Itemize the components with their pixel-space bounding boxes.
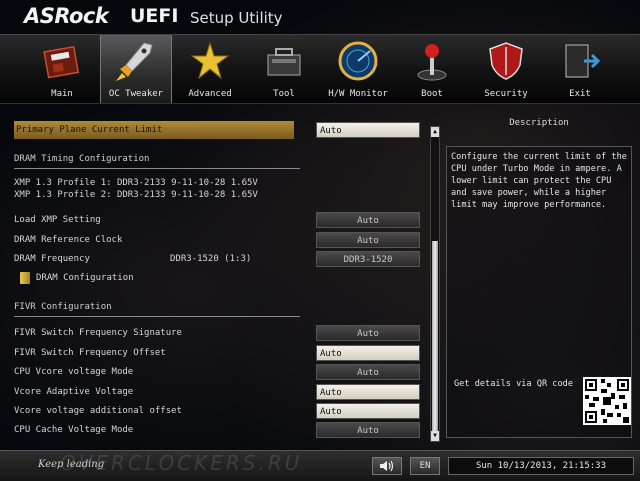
tab-tool[interactable]: Tool — [248, 35, 320, 103]
setting-label: DRAM Reference Clock — [14, 235, 123, 245]
section-dram-timing: DRAM Timing Configuration — [14, 150, 300, 169]
submenu-label: DRAM Configuration — [36, 273, 134, 283]
cpu-cache-mode-value-button[interactable]: Auto — [316, 422, 420, 438]
toolbox-icon — [267, 48, 301, 76]
setting-label: CPU Vcore voltage Mode — [14, 367, 134, 377]
tab-label: Advanced — [188, 89, 232, 99]
setting-vcore-additional-offset[interactable]: Vcore voltage additional offset Auto — [14, 402, 424, 420]
tab-label: Boot — [421, 89, 443, 99]
xmp-profile-2-info: XMP 1.3 Profile 2: DDR3-2133 9-11-10-28 … — [14, 186, 424, 204]
tab-label: Security — [484, 89, 528, 99]
header: ASRock UEFI Setup Utility — [0, 0, 640, 34]
joystick-icon — [417, 44, 447, 81]
setting-cpu-vcore-voltage-mode[interactable]: CPU Vcore voltage Mode Auto — [14, 363, 424, 381]
cpu-vcore-mode-value-button[interactable]: Auto — [316, 364, 420, 380]
setting-label: DRAM Frequency — [14, 254, 90, 264]
tab-hw-monitor[interactable]: H/W Monitor — [322, 35, 394, 103]
tab-oc-tweaker[interactable]: OC Tweaker — [100, 35, 172, 103]
info-text: XMP 1.3 Profile 2: DDR3-2133 9-11-10-28 … — [14, 190, 258, 200]
brand-logo: ASRock — [24, 4, 109, 28]
nav-bar: Main OC Tweaker Advanced Tool H/W Monito… — [0, 34, 640, 104]
speaker-icon — [380, 460, 394, 472]
star-icon — [190, 41, 230, 80]
submenu-dram-configuration[interactable]: DRAM Configuration — [14, 269, 424, 287]
scroll-thumb[interactable] — [432, 241, 438, 431]
uefi-title: UEFI — [130, 5, 179, 27]
dram-frequency-current: DDR3-1520 (1:3) — [170, 254, 252, 264]
rocket-icon — [116, 42, 153, 81]
qr-label: Get details via QR code — [454, 379, 573, 389]
setting-vcore-adaptive-voltage[interactable]: Vcore Adaptive Voltage Auto — [14, 383, 424, 401]
scroll-down-arrow-icon[interactable]: ▼ — [431, 431, 439, 441]
setting-label: CPU Cache Voltage Mode — [14, 425, 134, 435]
tab-main[interactable]: Main — [26, 35, 98, 103]
description-text: Configure the current limit of the CPU u… — [451, 152, 627, 210]
vcore-adaptive-value-field[interactable]: Auto — [316, 384, 420, 400]
shield-icon — [489, 42, 523, 80]
setting-fivr-switch-frequency-signature[interactable]: FIVR Switch Frequency Signature Auto — [14, 324, 424, 342]
qr-code-icon — [583, 377, 631, 425]
setting-label: Vcore voltage additional offset — [14, 406, 182, 416]
fivr-offset-value-field[interactable]: Auto — [316, 345, 420, 361]
tab-label: Exit — [569, 89, 591, 99]
tab-label: H/W Monitor — [328, 89, 388, 99]
setting-label: Primary Plane Current Limit — [16, 125, 163, 135]
description-panel: Configure the current limit of the CPU u… — [446, 146, 632, 438]
primary-plane-value-field[interactable]: Auto — [316, 122, 420, 138]
setting-primary-plane-current-limit[interactable]: Primary Plane Current Limit Auto — [14, 121, 424, 139]
description-title: Description — [509, 118, 569, 128]
setting-label: FIVR Switch Frequency Offset — [14, 348, 166, 358]
section-title: FIVR Configuration — [14, 302, 112, 312]
main-board-icon — [43, 45, 80, 79]
sound-toggle-button[interactable] — [372, 457, 402, 475]
slogan: Keep leading — [38, 459, 105, 470]
section-divider — [14, 316, 300, 317]
tab-label: Main — [51, 89, 73, 99]
uefi-subtitle: Setup Utility — [190, 9, 283, 27]
vcore-offset-value-field[interactable]: Auto — [316, 403, 420, 419]
section-title: DRAM Timing Configuration — [14, 154, 150, 164]
footer-bar: OVERCLOCKERS.RU Keep leading EN Sun 10/1… — [0, 450, 640, 481]
setting-cpu-cache-voltage-mode[interactable]: CPU Cache Voltage Mode Auto — [14, 421, 424, 439]
fivr-signature-value-button[interactable]: Auto — [316, 325, 420, 341]
dram-frequency-value-button[interactable]: DDR3-1520 — [316, 251, 420, 267]
setting-dram-reference-clock[interactable]: DRAM Reference Clock Auto — [14, 231, 424, 249]
setting-label: FIVR Switch Frequency Signature — [14, 328, 182, 338]
datetime-display: Sun 10/13/2013, 21:15:33 — [448, 457, 634, 475]
folder-icon — [20, 272, 30, 284]
language-button[interactable]: EN — [410, 457, 440, 475]
settings-scrollbar[interactable]: ▲ ▼ — [430, 126, 440, 442]
load-xmp-value-button[interactable]: Auto — [316, 212, 420, 228]
dram-reference-clock-value-button[interactable]: Auto — [316, 232, 420, 248]
tab-label: OC Tweaker — [108, 89, 164, 99]
tab-advanced[interactable]: Advanced — [174, 35, 246, 103]
tab-label: Tool — [273, 89, 295, 99]
setting-load-xmp[interactable]: Load XMP Setting Auto — [14, 211, 424, 229]
setting-dram-frequency[interactable]: DRAM Frequency DDR3-1520 (1:3) DDR3-1520 — [14, 250, 424, 268]
section-divider — [14, 168, 300, 169]
setting-label: Vcore Adaptive Voltage — [14, 387, 134, 397]
tab-exit[interactable]: Exit — [544, 35, 616, 103]
exit-door-icon — [565, 44, 601, 78]
radar-icon — [338, 41, 378, 81]
setting-label: Load XMP Setting — [14, 215, 101, 225]
section-fivr: FIVR Configuration — [14, 298, 300, 317]
scroll-up-arrow-icon[interactable]: ▲ — [431, 127, 439, 137]
tab-boot[interactable]: Boot — [396, 35, 468, 103]
tab-security[interactable]: Security — [470, 35, 542, 103]
setting-fivr-switch-frequency-offset[interactable]: FIVR Switch Frequency Offset Auto — [14, 344, 424, 362]
